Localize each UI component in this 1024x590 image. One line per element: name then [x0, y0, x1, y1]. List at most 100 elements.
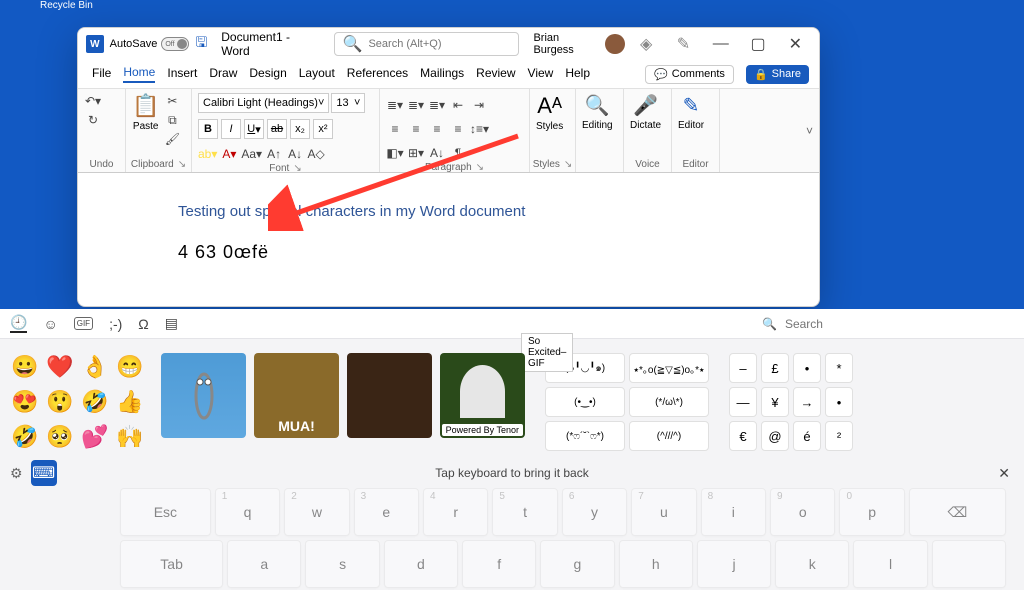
symbol-cell[interactable]: –: [729, 353, 757, 383]
bullets-button[interactable]: ≣▾: [386, 96, 404, 114]
symbol-cell[interactable]: é: [793, 421, 821, 451]
key-l[interactable]: l: [853, 540, 927, 588]
gif-tile-excited[interactable]: Powered By Tenor: [440, 353, 525, 438]
pen-icon[interactable]: ✎: [668, 30, 699, 58]
symbol-cell[interactable]: ²: [825, 421, 853, 451]
settings-icon[interactable]: ⚙: [10, 465, 23, 482]
tab-clipboard-icon[interactable]: ▤: [165, 315, 178, 332]
symbol-cell[interactable]: →: [793, 387, 821, 417]
document-canvas[interactable]: Testing out special characters in my Wor…: [78, 173, 819, 307]
share-button[interactable]: 🔒 Share: [746, 65, 809, 84]
tab-review[interactable]: Review: [476, 66, 515, 82]
document-body-text[interactable]: 4 63 0œfë: [178, 242, 719, 263]
emoji-cell[interactable]: 😍: [10, 388, 40, 418]
panel-search-input[interactable]: [785, 317, 940, 331]
tab-file[interactable]: File: [92, 66, 111, 82]
font-size-combo[interactable]: 13˅: [331, 93, 365, 113]
key-k[interactable]: k: [775, 540, 849, 588]
numbering-button[interactable]: ≣▾: [407, 96, 425, 114]
kaomoji-cell[interactable]: (*ෆ´˘`ෆ*): [545, 421, 625, 451]
gif-tile-3[interactable]: [347, 353, 432, 438]
emoji-cell[interactable]: 😲: [45, 388, 75, 418]
styles-button[interactable]: AᴬStyles: [536, 93, 563, 132]
undo-button[interactable]: ↶▾: [84, 93, 102, 109]
tab-draw[interactable]: Draw: [209, 66, 237, 82]
emoji-cell[interactable]: 🤣: [80, 388, 110, 418]
key-Esc[interactable]: Esc: [120, 488, 211, 536]
emoji-cell[interactable]: 😀: [10, 353, 40, 383]
tab-insert[interactable]: Insert: [167, 66, 197, 82]
kaomoji-cell[interactable]: (•‿•): [545, 387, 625, 417]
emoji-cell[interactable]: 🙌: [115, 423, 145, 453]
tab-gif-icon[interactable]: GIF: [74, 317, 93, 330]
key-h[interactable]: h: [619, 540, 693, 588]
font-color-button[interactable]: A▾: [220, 145, 238, 163]
paste-button[interactable]: 📋 Paste: [132, 93, 159, 132]
tab-help[interactable]: Help: [565, 66, 590, 82]
dictate-button[interactable]: 🎤Dictate: [630, 93, 661, 131]
italic-button[interactable]: I: [221, 119, 241, 139]
kaomoji-cell[interactable]: (^///^): [629, 421, 709, 451]
emoji-cell[interactable]: 😁: [115, 353, 145, 383]
key-o[interactable]: 9o: [770, 488, 835, 536]
decrease-indent-button[interactable]: ⇤: [449, 96, 467, 114]
key-⌫[interactable]: ⌫: [909, 488, 1006, 536]
bold-button[interactable]: B: [198, 119, 218, 139]
maximize-button[interactable]: ▢: [742, 30, 773, 58]
key-f[interactable]: f: [462, 540, 536, 588]
symbol-cell[interactable]: —: [729, 387, 757, 417]
tab-emoji-icon[interactable]: ☺: [43, 316, 57, 332]
kaomoji-cell[interactable]: ‎٭*｡o(≧▽≦)o｡*٭: [629, 353, 709, 383]
emoji-cell[interactable]: 🥺: [45, 423, 75, 453]
multilevel-button[interactable]: ≣▾: [428, 96, 446, 114]
key-t[interactable]: 5t: [492, 488, 557, 536]
clipboard-launcher[interactable]: ↘: [178, 159, 186, 170]
tab-layout[interactable]: Layout: [299, 66, 335, 82]
symbol-cell[interactable]: ¥: [761, 387, 789, 417]
key-blank[interactable]: [932, 540, 1006, 588]
dock-keyboard-button[interactable]: ⌨: [31, 460, 57, 486]
tab-mailings[interactable]: Mailings: [420, 66, 464, 82]
key-j[interactable]: j: [697, 540, 771, 588]
key-a[interactable]: a: [227, 540, 301, 588]
document-title[interactable]: Document1 - Word: [221, 30, 319, 58]
comments-button[interactable]: 💬 Comments: [645, 65, 734, 84]
tab-symbols-icon[interactable]: Ω: [138, 316, 148, 332]
symbol-cell[interactable]: •: [793, 353, 821, 383]
tell-me-search[interactable]: 🔍: [334, 32, 520, 56]
emoji-cell[interactable]: ❤️: [45, 353, 75, 383]
emoji-cell[interactable]: 🤣: [10, 423, 40, 453]
key-i[interactable]: 8i: [701, 488, 766, 536]
key-g[interactable]: g: [540, 540, 614, 588]
symbol-cell[interactable]: @: [761, 421, 789, 451]
tab-references[interactable]: References: [347, 66, 408, 82]
emoji-cell[interactable]: 👍: [115, 388, 145, 418]
tell-me-input[interactable]: [368, 38, 510, 50]
styles-launcher[interactable]: ↘: [564, 159, 572, 170]
minimize-button[interactable]: —: [705, 30, 736, 58]
toggle-off-icon[interactable]: Off: [161, 37, 189, 51]
symbol-cell[interactable]: •: [825, 387, 853, 417]
key-q[interactable]: 1q: [215, 488, 280, 536]
symbol-cell[interactable]: *: [825, 353, 853, 383]
account-button[interactable]: Brian Burgess: [533, 32, 624, 56]
tab-design[interactable]: Design: [249, 66, 286, 82]
increase-indent-button[interactable]: ⇥: [470, 96, 488, 114]
tab-recent-icon[interactable]: 🕘: [10, 314, 27, 333]
key-r[interactable]: 4r: [423, 488, 488, 536]
panel-search[interactable]: 🔍: [754, 312, 1014, 336]
editor-button[interactable]: ✎Editor: [678, 93, 704, 131]
key-p[interactable]: 0p: [839, 488, 904, 536]
key-u[interactable]: 7u: [631, 488, 696, 536]
copy-button[interactable]: ⧉: [163, 112, 181, 128]
collapse-ribbon-button[interactable]: ˅: [806, 124, 813, 138]
key-e[interactable]: 3e: [354, 488, 419, 536]
key-y[interactable]: 6y: [562, 488, 627, 536]
save-icon[interactable]: 🖫: [195, 32, 207, 56]
emoji-cell[interactable]: 💕: [80, 423, 110, 453]
autosave-toggle[interactable]: AutoSave Off: [110, 37, 190, 51]
key-w[interactable]: 2w: [284, 488, 349, 536]
highlight-button[interactable]: ab▾: [198, 145, 217, 163]
tab-home[interactable]: Home: [123, 65, 155, 83]
emoji-cell[interactable]: 👌: [80, 353, 110, 383]
